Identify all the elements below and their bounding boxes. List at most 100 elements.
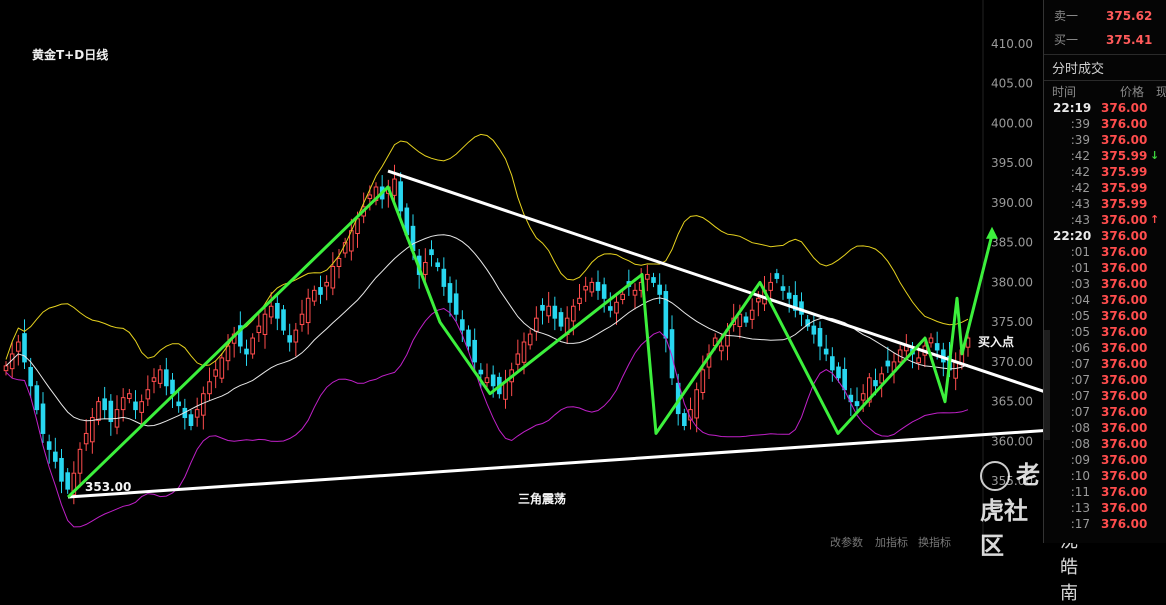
candle-body bbox=[694, 389, 699, 419]
candle-body bbox=[786, 292, 792, 299]
trade-row: :13 376.00 bbox=[1044, 500, 1166, 516]
candle-body bbox=[312, 289, 317, 302]
trade-row: :05 376.00 bbox=[1044, 308, 1166, 324]
candle-body bbox=[472, 339, 477, 363]
candle-body bbox=[16, 341, 21, 352]
add-indicator-link[interactable]: 加指标 bbox=[875, 534, 908, 550]
trade-price: 375.99 bbox=[1101, 149, 1148, 163]
candle-body bbox=[46, 441, 52, 450]
up-arrow-icon: ↑ bbox=[1150, 213, 1160, 226]
candle-body bbox=[780, 286, 786, 291]
trade-time: :08 bbox=[1070, 437, 1090, 451]
trade-price: 376.00 bbox=[1101, 501, 1148, 515]
candle-body bbox=[34, 385, 40, 411]
candle-body bbox=[139, 401, 144, 413]
trade-row: :17 376.00 bbox=[1044, 516, 1166, 532]
trade-price: 376.00 bbox=[1101, 469, 1148, 483]
divider bbox=[1044, 54, 1166, 55]
candle-body bbox=[521, 341, 527, 363]
down-arrow-icon: ↓ bbox=[1150, 149, 1160, 162]
y-tick-label: 380.00 bbox=[991, 275, 1033, 289]
candle-body bbox=[719, 345, 724, 352]
candle-body bbox=[774, 273, 780, 279]
trade-time: :01 bbox=[1070, 245, 1090, 259]
trade-price: 375.99 bbox=[1101, 181, 1148, 195]
candle-body bbox=[836, 366, 841, 379]
candle-body bbox=[860, 393, 866, 401]
trade-time: :06 bbox=[1070, 341, 1090, 355]
candle-body bbox=[466, 329, 471, 347]
boll-upper-line bbox=[5, 133, 969, 367]
candle-body bbox=[83, 432, 89, 445]
trade-price: 376.00 bbox=[1101, 357, 1148, 371]
candle-body bbox=[916, 357, 921, 364]
scroll-handle[interactable] bbox=[1044, 330, 1050, 440]
trade-time: :07 bbox=[1070, 373, 1090, 387]
trade-time: :07 bbox=[1070, 405, 1090, 419]
candle-body bbox=[324, 281, 329, 287]
candle-body bbox=[65, 472, 70, 490]
candle-body bbox=[854, 401, 860, 407]
candle-body bbox=[330, 266, 336, 289]
trade-row: :10 376.00 bbox=[1044, 468, 1166, 484]
trade-price: 376.00 bbox=[1101, 389, 1148, 403]
candle-body bbox=[275, 302, 280, 319]
candlestick-chart[interactable]: 410.00405.00400.00395.00390.00385.00380.… bbox=[0, 0, 1043, 543]
trade-price: 376.00 bbox=[1101, 453, 1148, 467]
trade-time: :13 bbox=[1070, 501, 1090, 515]
buy-point-label: 买入点 bbox=[978, 334, 1014, 349]
candle-body bbox=[77, 448, 83, 474]
candle-body bbox=[435, 262, 440, 267]
candle-body bbox=[558, 312, 564, 327]
trade-row: :39 376.00 bbox=[1044, 116, 1166, 132]
chart-area[interactable]: 410.00 405.00 400.00 395.00 390.00 385.00 380.… bbox=[0, 0, 1078, 604]
trade-row: :01 376.00 bbox=[1044, 244, 1166, 260]
trade-row: :09 376.00 bbox=[1044, 452, 1166, 468]
candle-body bbox=[885, 360, 891, 367]
candle-body bbox=[515, 353, 521, 365]
trade-price: 376.00 bbox=[1101, 229, 1148, 243]
trade-price: 376.00 bbox=[1101, 325, 1148, 339]
candle-body bbox=[213, 369, 218, 377]
candle-body bbox=[127, 393, 132, 399]
trade-row: :39 376.00 bbox=[1044, 132, 1166, 148]
candle-body bbox=[194, 409, 200, 418]
trade-row: :42 375.99 bbox=[1044, 180, 1166, 196]
trade-row: :43 376.00 ↑ bbox=[1044, 212, 1166, 228]
candle-body bbox=[299, 313, 305, 326]
candle-body bbox=[281, 309, 286, 331]
candle-body bbox=[583, 285, 588, 291]
switch-indicator-link[interactable]: 换指标 bbox=[918, 534, 951, 550]
candle-body bbox=[657, 284, 662, 295]
candle-body bbox=[53, 451, 58, 462]
col-header-price: 价格 bbox=[1120, 85, 1145, 99]
edit-params-link[interactable]: 改参数 bbox=[830, 534, 863, 550]
trade-row: :07 376.00 bbox=[1044, 388, 1166, 404]
trade-price: 376.00 bbox=[1101, 245, 1148, 259]
candle-body bbox=[120, 397, 126, 411]
candle-body bbox=[601, 284, 607, 299]
trade-row: 22:19 376.00 bbox=[1044, 100, 1166, 116]
trade-time: 22:19 bbox=[1053, 101, 1092, 115]
trade-time: :01 bbox=[1070, 261, 1090, 275]
y-tick-label: 395.00 bbox=[991, 156, 1033, 170]
green-arrow-icon bbox=[986, 226, 998, 239]
trade-price: 376.00 bbox=[1101, 437, 1148, 451]
candle-body bbox=[484, 377, 490, 384]
trade-time: :07 bbox=[1070, 389, 1090, 403]
candle-body bbox=[749, 309, 755, 320]
y-tick-label: 410.00 bbox=[991, 37, 1033, 51]
candle-body bbox=[608, 306, 613, 311]
candle-body bbox=[441, 268, 447, 287]
candle-body bbox=[873, 380, 878, 387]
candle-body bbox=[318, 287, 323, 295]
trade-price: 376.00 bbox=[1101, 213, 1148, 227]
trade-row: :08 376.00 bbox=[1044, 420, 1166, 436]
trades-section-title[interactable]: 分时成交 bbox=[1052, 58, 1104, 77]
y-tick-label: 375.00 bbox=[991, 315, 1033, 329]
trade-price: 376.00 bbox=[1101, 341, 1148, 355]
trade-price: 375.99 bbox=[1101, 165, 1148, 179]
candle-body bbox=[392, 178, 397, 196]
candle-body bbox=[614, 301, 619, 314]
boll-middle-line bbox=[5, 234, 969, 427]
